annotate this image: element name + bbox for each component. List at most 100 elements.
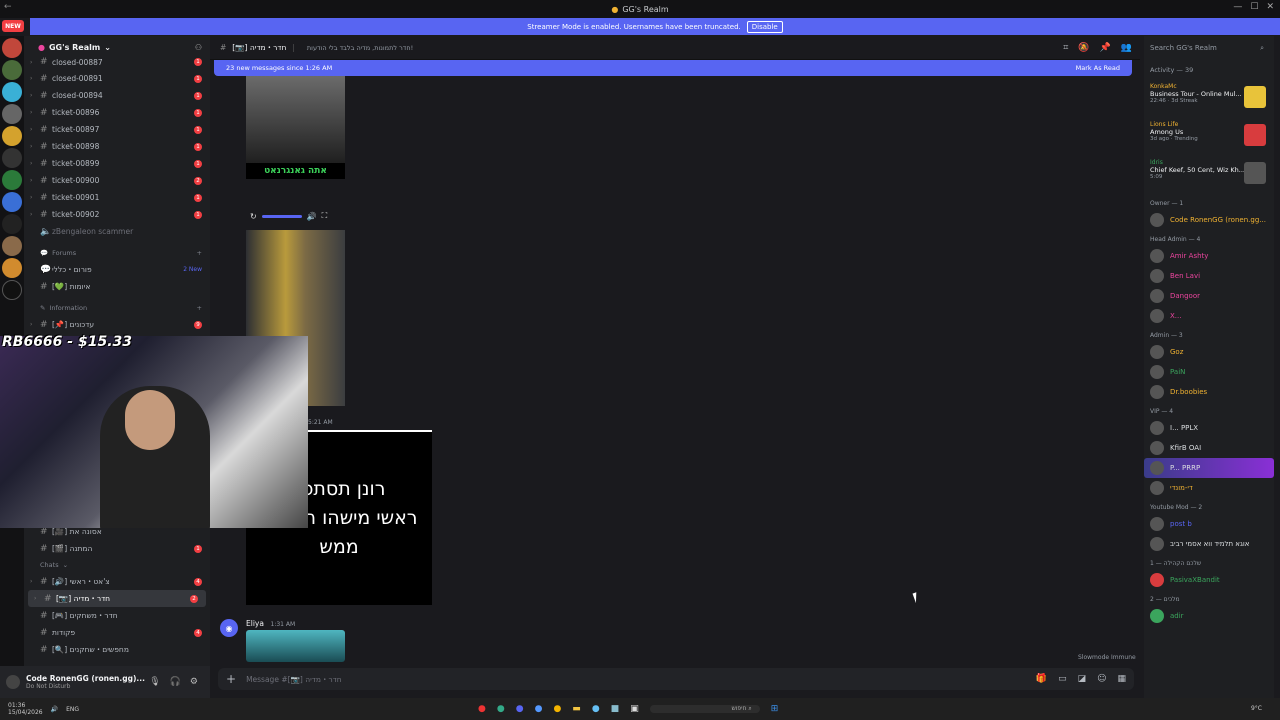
windows-start-icon[interactable]: ⊞ <box>771 704 779 714</box>
server-icon[interactable] <box>2 280 22 300</box>
channel-item[interactable]: › # ticket-00897 1 <box>24 121 210 138</box>
channel-item[interactable]: › # closed-00891 1 <box>24 70 210 87</box>
channel-item[interactable]: › # closed-00894 1 <box>24 87 210 104</box>
member-item[interactable]: די-מונדי <box>1144 478 1274 498</box>
message-composer[interactable]: + Message #[📷] חדר・מדיה 🎁 ▭ ◪ ☺ ▦ <box>218 668 1134 690</box>
channel-item[interactable]: # [🔍] מחפשים・שחקנים <box>24 641 210 658</box>
app-taskbar-icon[interactable]: ● <box>478 704 486 714</box>
microphone-icon[interactable]: 🎙 <box>149 677 160 687</box>
discord-taskbar-icon[interactable]: ● <box>516 704 524 714</box>
activity-card[interactable]: Lions Life Among Us 3d ago · Trending <box>1144 118 1274 156</box>
volume-slider[interactable] <box>261 214 302 218</box>
volume-icon[interactable]: 🔊 <box>307 212 317 221</box>
member-item[interactable]: adir <box>1144 606 1274 626</box>
channel-item[interactable]: # [🎮] חדר・משחקים <box>24 607 210 624</box>
disable-streamer-button[interactable]: Disable <box>746 20 783 33</box>
member-item[interactable]: Dr.boobies <box>1144 382 1274 402</box>
member-item[interactable]: post b <box>1144 514 1274 534</box>
channel-item[interactable]: › # ticket-00901 1 <box>24 189 210 206</box>
server-icon[interactable] <box>2 126 22 146</box>
back-icon[interactable]: ← <box>4 2 12 12</box>
gif-icon[interactable]: ▭ <box>1058 674 1067 684</box>
sticker-icon[interactable]: ◪ <box>1078 674 1087 684</box>
volume-icon[interactable]: 🔊 <box>51 706 58 713</box>
server-icon[interactable] <box>2 258 22 278</box>
bell-icon[interactable]: 🔕 <box>1078 43 1089 53</box>
discord-avatar-icon[interactable]: ◉ <box>220 619 238 637</box>
add-channel-icon[interactable]: + <box>197 249 202 257</box>
fullscreen-icon[interactable]: ⛶ <box>322 211 328 221</box>
category-forums[interactable]: 💬 Forums + <box>24 245 210 261</box>
channel-item[interactable]: # פקודות 4 <box>24 624 210 641</box>
app-taskbar-icon[interactable]: ● <box>497 704 505 714</box>
channel-item[interactable]: # [🎬] המתנה 1 <box>24 540 210 557</box>
channel-topic[interactable]: חדר לתמונות, מדיה בלבד בלי הודעות! <box>307 44 413 52</box>
language-indicator[interactable]: ENG <box>66 706 79 713</box>
app-taskbar-icon[interactable]: ● <box>535 704 543 714</box>
folder-taskbar-icon[interactable]: ▬ <box>572 704 581 714</box>
server-icon[interactable] <box>2 148 22 168</box>
threads-icon[interactable]: ⌗ <box>1063 43 1068 53</box>
message-author[interactable]: Eliya <box>246 619 264 628</box>
close-icon[interactable]: ✕ <box>1266 2 1274 12</box>
app-taskbar-icon[interactable]: ▣ <box>630 704 639 714</box>
server-icon[interactable] <box>2 236 22 256</box>
channel-item[interactable]: › # ticket-00899 1 <box>24 155 210 172</box>
member-item[interactable]: I... PPLX <box>1144 418 1274 438</box>
add-member-icon[interactable]: ⚇ <box>195 43 202 52</box>
members-icon[interactable]: 👥 <box>1121 43 1132 53</box>
category-information[interactable]: ✎ Information + <box>24 300 210 316</box>
maximize-icon[interactable]: ☐ <box>1250 2 1258 12</box>
media-attachment[interactable]: אתה גאנגרנאט <box>246 76 345 179</box>
chrome-taskbar-icon[interactable]: ● <box>553 704 561 714</box>
pin-icon[interactable]: 📌 <box>1100 43 1111 53</box>
add-channel-icon[interactable]: + <box>197 304 202 312</box>
channel-item[interactable]: › # [📌] עדכונים 9 <box>24 316 210 333</box>
channel-item[interactable]: › # ticket-00898 1 <box>24 138 210 155</box>
avatar[interactable] <box>6 675 20 689</box>
media-attachment[interactable] <box>246 630 345 662</box>
server-icon[interactable] <box>2 192 22 212</box>
member-item[interactable]: Goz <box>1144 342 1274 362</box>
message-input[interactable]: Message #[📷] חדר・מדיה <box>246 674 342 685</box>
member-item[interactable]: Code RonenGG (ronen.gg... <box>1144 210 1274 230</box>
member-item[interactable]: PaiN <box>1144 362 1274 382</box>
server-icon[interactable] <box>2 214 22 234</box>
server-icon[interactable] <box>2 104 22 124</box>
activity-card[interactable]: Idris Chief Keef, 50 Cent, Wiz Kh... 5:0… <box>1144 156 1274 194</box>
category-chats[interactable]: Chats ⌄ <box>24 557 210 573</box>
server-icon[interactable] <box>2 82 22 102</box>
member-item[interactable]: KfirB OAI <box>1144 438 1274 458</box>
replay-icon[interactable]: ↻ <box>250 212 257 221</box>
gift-icon[interactable]: 🎁 <box>1036 674 1047 684</box>
channel-item[interactable]: › # closed-00887 1 <box>24 54 210 70</box>
mark-as-read-button[interactable]: Mark As Read <box>1076 64 1120 72</box>
voice-channel-item[interactable]: 🔈 zBengaleon scammer <box>24 223 210 240</box>
search-box[interactable]: חיפוש ⌕ <box>649 705 760 713</box>
add-attachment-icon[interactable]: + <box>226 672 236 686</box>
channel-item-selected[interactable]: › # [📷] חדר・מדיה 2 <box>28 590 206 607</box>
member-item[interactable]: Dangoor <box>1144 286 1274 306</box>
member-item[interactable]: PasivaXBandit <box>1144 570 1274 590</box>
channel-item[interactable]: › # ticket-00900 2 <box>24 172 210 189</box>
app-taskbar-icon[interactable]: ■ <box>611 704 620 714</box>
member-item[interactable]: P... PRRP <box>1144 458 1274 478</box>
member-item[interactable]: אוגא תלמיד ווא אסמי רביב <box>1144 534 1274 554</box>
apps-icon[interactable]: ▦ <box>1117 674 1126 684</box>
server-icon[interactable] <box>2 38 22 58</box>
activity-header[interactable]: Activity — 39 <box>1144 60 1274 80</box>
server-icon[interactable] <box>2 170 22 190</box>
server-icon[interactable] <box>2 60 22 80</box>
activity-card[interactable]: KonkaMc Business Tour - Online Mul... 22… <box>1144 80 1274 118</box>
emoji-icon[interactable]: ☺ <box>1097 674 1106 684</box>
member-item[interactable]: Amir Ashty <box>1144 246 1274 266</box>
minimize-icon[interactable]: — <box>1233 2 1242 12</box>
channel-item[interactable]: › # ticket-00902 1 <box>24 206 210 223</box>
channel-item[interactable]: 💬 פורום・כללי 2 New <box>24 261 210 278</box>
headphones-icon[interactable]: 🎧 <box>170 677 181 687</box>
gear-icon[interactable]: ⚙ <box>190 677 198 687</box>
new-messages-bar[interactable]: 23 new messages since 1:26 AM Mark As Re… <box>214 60 1132 76</box>
search-input[interactable]: Search GG's Realm ⌕ <box>1144 36 1274 60</box>
channel-item[interactable]: › # [🔊] צ'אט・ראשי 4 <box>24 573 210 590</box>
channel-item[interactable]: # [💚] איומות <box>24 278 210 295</box>
